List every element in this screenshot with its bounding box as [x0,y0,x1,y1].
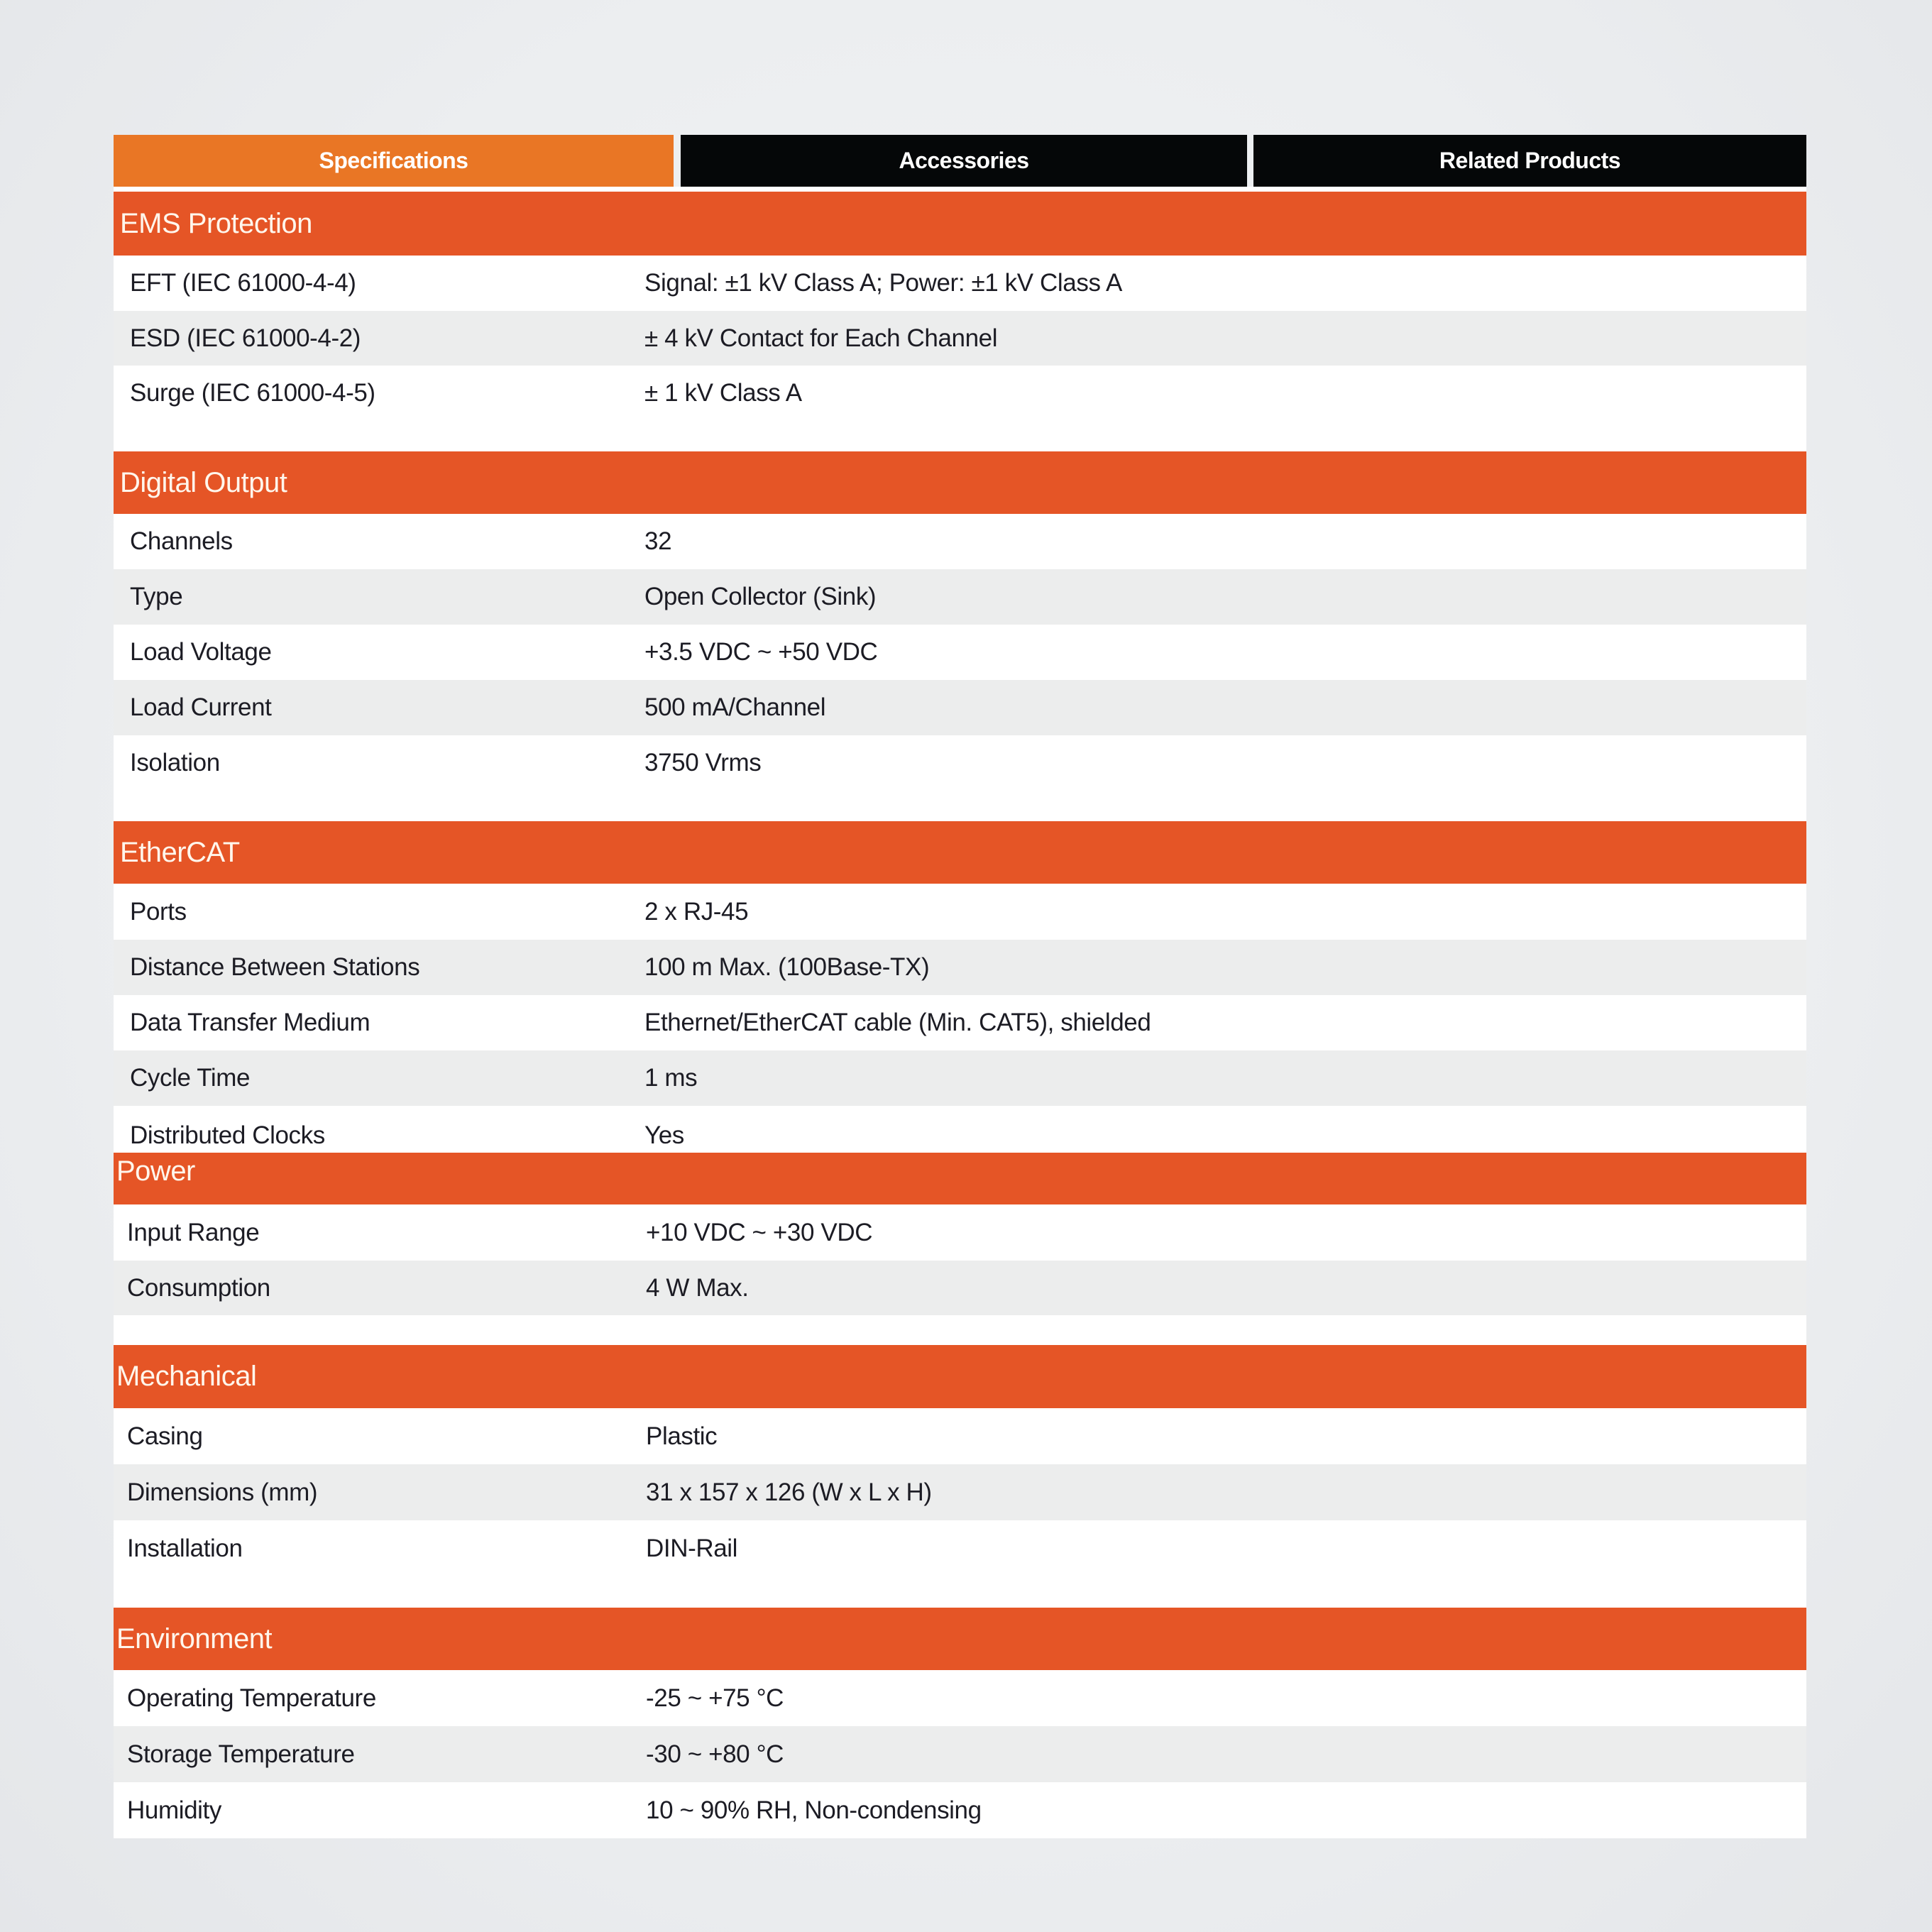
tab-label: Related Products [1439,148,1621,173]
spec-label: Cycle Time [130,1064,251,1092]
spec-value: 100 m Max. (100Base-TX) [644,953,930,981]
spec-value: Open Collector (Sink) [644,583,877,610]
table-row: Installation DIN-Rail [114,1520,1806,1576]
specifications-table: EMS Protection EFT (IEC 61000-4-4) Signal… [114,187,1806,1838]
spec-label: Distributed Clocks [130,1121,325,1149]
spec-label: Distance Between Stations [130,953,420,981]
spec-value: 10 ~ 90% RH, Non-condensing [646,1796,982,1824]
spec-label: Consumption [127,1273,270,1302]
spec-label: ESD (IEC 61000-4-2) [130,324,361,352]
spec-value: 32 [644,527,672,555]
spec-label: Humidity [127,1796,221,1824]
table-row: Dimensions (mm) 31 x 157 x 126 (W x L x H… [114,1464,1806,1520]
table-row: EFT (IEC 61000-4-4) Signal: ±1 kV Class A… [114,256,1806,311]
spec-label: Input Range [127,1218,260,1246]
section-title: Power [116,1156,195,1187]
spec-label: Installation [127,1534,243,1562]
spec-value: 31 x 157 x 126 (W x L x H) [646,1478,932,1506]
table-row: Load Voltage +3.5 VDC ~ +50 VDC [114,625,1806,680]
section-header-digital-output: Digital Output [114,451,1806,514]
spec-label: Dimensions (mm) [127,1478,318,1506]
table-row: Casing Plastic [114,1408,1806,1464]
table-row: Cycle Time 1 ms [114,1050,1806,1106]
spec-value: Signal: ±1 kV Class A; Power: ±1 kV Clas… [644,269,1122,297]
spec-value: -25 ~ +75 °C [646,1684,784,1712]
table-row: Input Range +10 VDC ~ +30 VDC [114,1204,1806,1261]
spec-value: DIN-Rail [646,1534,738,1562]
spec-label: Load Voltage [130,638,272,666]
table-row: Operating Temperature -25 ~ +75 °C [114,1670,1806,1726]
spec-value: +3.5 VDC ~ +50 VDC [644,638,878,666]
spec-label: Load Current [130,693,272,721]
table-row: Surge (IEC 61000-4-5) ± 1 kV Class A [114,366,1806,420]
spec-label: Storage Temperature [127,1740,355,1768]
tab-related-products[interactable]: Related Products [1253,135,1806,187]
spec-value: 3750 Vrms [644,749,762,776]
table-row: Channels 32 [114,514,1806,569]
table-row: Data Transfer Medium Ethernet/EtherCAT ca… [114,995,1806,1050]
spec-value: ± 1 kV Class A [644,378,802,407]
tab-label: Accessories [899,148,1029,173]
section-header-environment: Environment [114,1608,1806,1670]
spec-label: Ports [130,897,187,926]
table-row: Storage Temperature -30 ~ +80 °C [114,1726,1806,1782]
table-row: Humidity 10 ~ 90% RH, Non-condensing [114,1782,1806,1838]
spec-value: -30 ~ +80 °C [646,1740,784,1768]
spec-value: +10 VDC ~ +30 VDC [646,1218,873,1246]
spec-label: Isolation [130,749,220,776]
spec-label: Type [130,583,183,610]
tab-specifications[interactable]: Specifications [114,135,674,187]
table-row: Distance Between Stations 100 m Max. (100… [114,940,1806,995]
tab-label: Specifications [319,148,468,173]
table-row: Ports 2 x RJ-45 [114,884,1806,940]
section-title: EtherCAT [120,836,240,868]
table-row: Type Open Collector (Sink) [114,569,1806,625]
tab-accessories[interactable]: Accessories [681,135,1247,187]
section-title: Mechanical [116,1361,257,1392]
table-row: Isolation 3750 Vrms [114,735,1806,791]
table-row: Distributed Clocks Yes [114,1106,1806,1153]
section-header-ethercat: EtherCAT [114,821,1806,884]
section-title: EMS Protection [120,207,312,239]
spec-label: Data Transfer Medium [130,1009,371,1036]
tab-bar: Specifications Accessories Related Produ… [114,135,1806,187]
table-row: ESD (IEC 61000-4-2) ± 4 kV Contact for Ea… [114,311,1806,366]
spec-label: Surge (IEC 61000-4-5) [130,378,375,407]
section-header-ems-protection: EMS Protection [114,192,1806,256]
table-row: Consumption 4 W Max. [114,1261,1806,1315]
spec-value: 500 mA/Channel [644,693,826,721]
spec-label: Channels [130,527,233,555]
spec-value: 4 W Max. [646,1273,749,1302]
spec-value: ± 4 kV Contact for Each Channel [644,324,998,352]
spec-value: Ethernet/EtherCAT cable (Min. CAT5), shi… [644,1009,1151,1036]
spec-label: Operating Temperature [127,1684,376,1712]
spec-value: Plastic [646,1422,718,1450]
spec-label: EFT (IEC 61000-4-4) [130,269,356,297]
section-title: Digital Output [120,466,287,498]
table-row: Load Current 500 mA/Channel [114,680,1806,735]
spec-value: Yes [644,1121,684,1149]
spec-value: 1 ms [644,1064,698,1092]
section-title: Environment [116,1623,273,1654]
spec-label: Casing [127,1422,203,1450]
section-header-power: Power [114,1153,1806,1204]
section-header-mechanical: Mechanical [114,1345,1806,1408]
spec-value: 2 x RJ-45 [644,897,749,926]
